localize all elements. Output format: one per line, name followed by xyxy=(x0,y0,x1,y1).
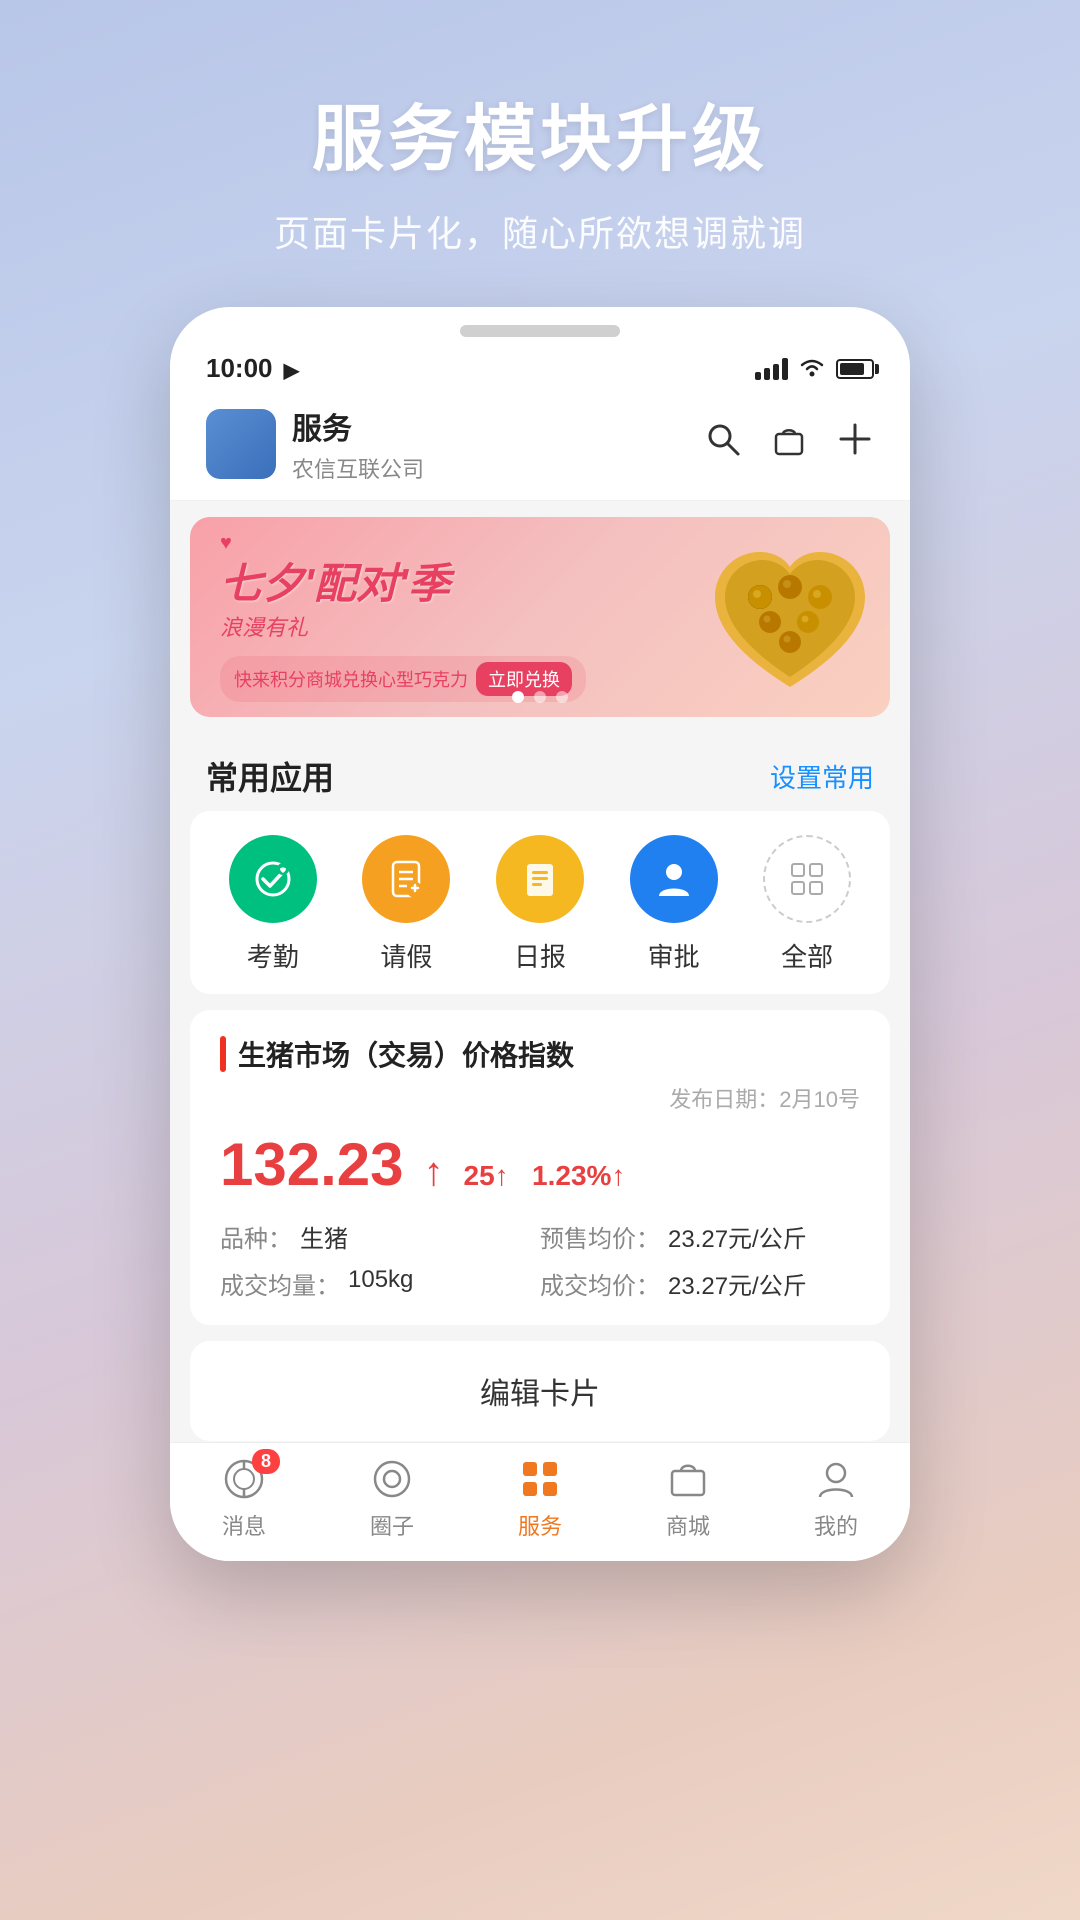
tab-service-label: 服务 xyxy=(518,1509,562,1541)
app-subtitle: 农信互联公司 xyxy=(292,452,424,484)
tab-shop-icon-wrap xyxy=(666,1457,710,1501)
hero-title: 服务模块升级 xyxy=(274,80,806,185)
app-title-group: 服务 农信互联公司 xyxy=(292,404,424,484)
app-icon-leave xyxy=(362,835,450,923)
price-detail-presale: 预售均价： 23.27元/公斤 xyxy=(540,1219,860,1254)
price-detail-variety: 品种： 生猪 xyxy=(220,1219,540,1254)
hero-section: 服务模块升级 页面卡片化，随心所欲想调就调 xyxy=(274,0,806,307)
app-header: 服务 农信互联公司 xyxy=(170,392,910,501)
set-common-action[interactable]: 设置常用 xyxy=(770,758,874,795)
app-item-approval[interactable]: 审批 xyxy=(619,835,729,974)
tab-messages-icon-wrap: 8 xyxy=(222,1457,266,1501)
tab-my-label: 我的 xyxy=(814,1509,858,1541)
app-label-daily: 日报 xyxy=(514,937,566,974)
price-detail-trade: 成交均价： 23.27元/公斤 xyxy=(540,1266,860,1301)
tab-service[interactable]: 服务 xyxy=(480,1457,600,1541)
price-card: 生猪市场（交易）价格指数 发布日期：2月10号 132.23 ↑ 25↑ 1.2… xyxy=(190,1010,890,1325)
tab-circle-icon-wrap xyxy=(370,1457,414,1501)
common-apps-title: 常用应用 xyxy=(206,753,334,799)
tab-messages-label: 消息 xyxy=(222,1509,266,1541)
person-icon xyxy=(814,1457,858,1501)
search-icon[interactable] xyxy=(704,420,742,468)
tab-shop-label: 商城 xyxy=(666,1509,710,1541)
circle-icon xyxy=(370,1457,414,1501)
app-item-leave[interactable]: 请假 xyxy=(351,835,461,974)
app-logo xyxy=(206,409,276,479)
banner-text: ♥ 七夕'配对'季 浪漫有礼 快来积分商城兑换心型巧克力 立即兑换 xyxy=(190,517,690,717)
phone-mockup: 10:00 ▶ xyxy=(170,307,910,1561)
dot-1 xyxy=(512,691,524,703)
app-label-attendance: 考勤 xyxy=(247,937,299,974)
app-logo-area: 服务 农信互联公司 xyxy=(206,404,424,484)
app-label-approval: 审批 xyxy=(648,937,700,974)
signal-icon xyxy=(755,358,788,380)
header-icons xyxy=(704,420,874,468)
messages-badge: 8 xyxy=(252,1449,280,1474)
app-title: 服务 xyxy=(292,404,424,448)
dot-2 xyxy=(534,691,546,703)
battery-icon xyxy=(836,359,874,379)
tab-bar: 8 消息 圈子 xyxy=(170,1442,910,1561)
status-right xyxy=(755,355,874,383)
app-icon-all xyxy=(763,835,851,923)
apps-grid-card: 考勤 请假 xyxy=(190,811,890,994)
price-detail-volume: 成交均量： 105kg xyxy=(220,1266,540,1301)
wifi-icon xyxy=(798,355,826,383)
status-bar: 10:00 ▶ xyxy=(170,337,910,392)
banner-line2: 浪漫有礼 xyxy=(220,610,660,642)
price-card-title-row: 生猪市场（交易）价格指数 xyxy=(220,1034,860,1074)
app-icon-attendance xyxy=(229,835,317,923)
red-indicator xyxy=(220,1036,226,1072)
tab-circle-label: 圈子 xyxy=(370,1509,414,1541)
tab-messages[interactable]: 8 消息 xyxy=(184,1457,304,1541)
hero-subtitle: 页面卡片化，随心所欲想调就调 xyxy=(274,205,806,257)
price-details: 品种： 生猪 预售均价： 23.27元/公斤 成交均量： 105kg 成交均价：… xyxy=(220,1219,860,1301)
dot-3 xyxy=(556,691,568,703)
app-item-all[interactable]: 全部 xyxy=(752,835,862,974)
common-apps-header: 常用应用 设置常用 xyxy=(170,733,910,811)
tab-my-icon-wrap xyxy=(814,1457,858,1501)
price-change1: 25↑ 1.23%↑ xyxy=(464,1160,626,1192)
apps-grid: 考勤 请假 xyxy=(190,835,890,974)
app-icon-daily xyxy=(496,835,584,923)
app-item-attendance[interactable]: 考勤 xyxy=(218,835,328,974)
phone-notch xyxy=(460,325,620,337)
banner-image xyxy=(690,527,890,707)
phone-content: ♥ 七夕'配对'季 浪漫有礼 快来积分商城兑换心型巧克力 立即兑换 xyxy=(170,501,910,1561)
banner[interactable]: ♥ 七夕'配对'季 浪漫有礼 快来积分商城兑换心型巧克力 立即兑换 xyxy=(190,517,890,717)
app-item-daily[interactable]: 日报 xyxy=(485,835,595,974)
app-icon-approval xyxy=(630,835,718,923)
bag-icon[interactable] xyxy=(770,420,808,468)
edit-card-button[interactable]: 编辑卡片 xyxy=(190,1341,890,1441)
apps-icon xyxy=(518,1457,562,1501)
tab-my[interactable]: 我的 xyxy=(776,1457,896,1541)
status-time: 10:00 ▶ xyxy=(206,353,299,384)
tab-service-icon-wrap xyxy=(518,1457,562,1501)
banner-dots xyxy=(512,691,568,703)
banner-line1: 七夕'配对'季 xyxy=(220,559,660,609)
app-label-all: 全部 xyxy=(781,937,833,974)
price-arrow: ↑ xyxy=(424,1150,444,1195)
price-card-title: 生猪市场（交易）价格指数 xyxy=(238,1034,574,1074)
price-value: 132.23 xyxy=(220,1130,404,1199)
price-main-row: 132.23 ↑ 25↑ 1.23%↑ xyxy=(220,1130,860,1199)
shop-icon xyxy=(666,1457,710,1501)
app-label-leave: 请假 xyxy=(380,937,432,974)
tab-shop[interactable]: 商城 xyxy=(628,1457,748,1541)
price-date: 发布日期：2月10号 xyxy=(220,1082,860,1114)
tab-circle[interactable]: 圈子 xyxy=(332,1457,452,1541)
plus-icon[interactable] xyxy=(836,420,874,468)
